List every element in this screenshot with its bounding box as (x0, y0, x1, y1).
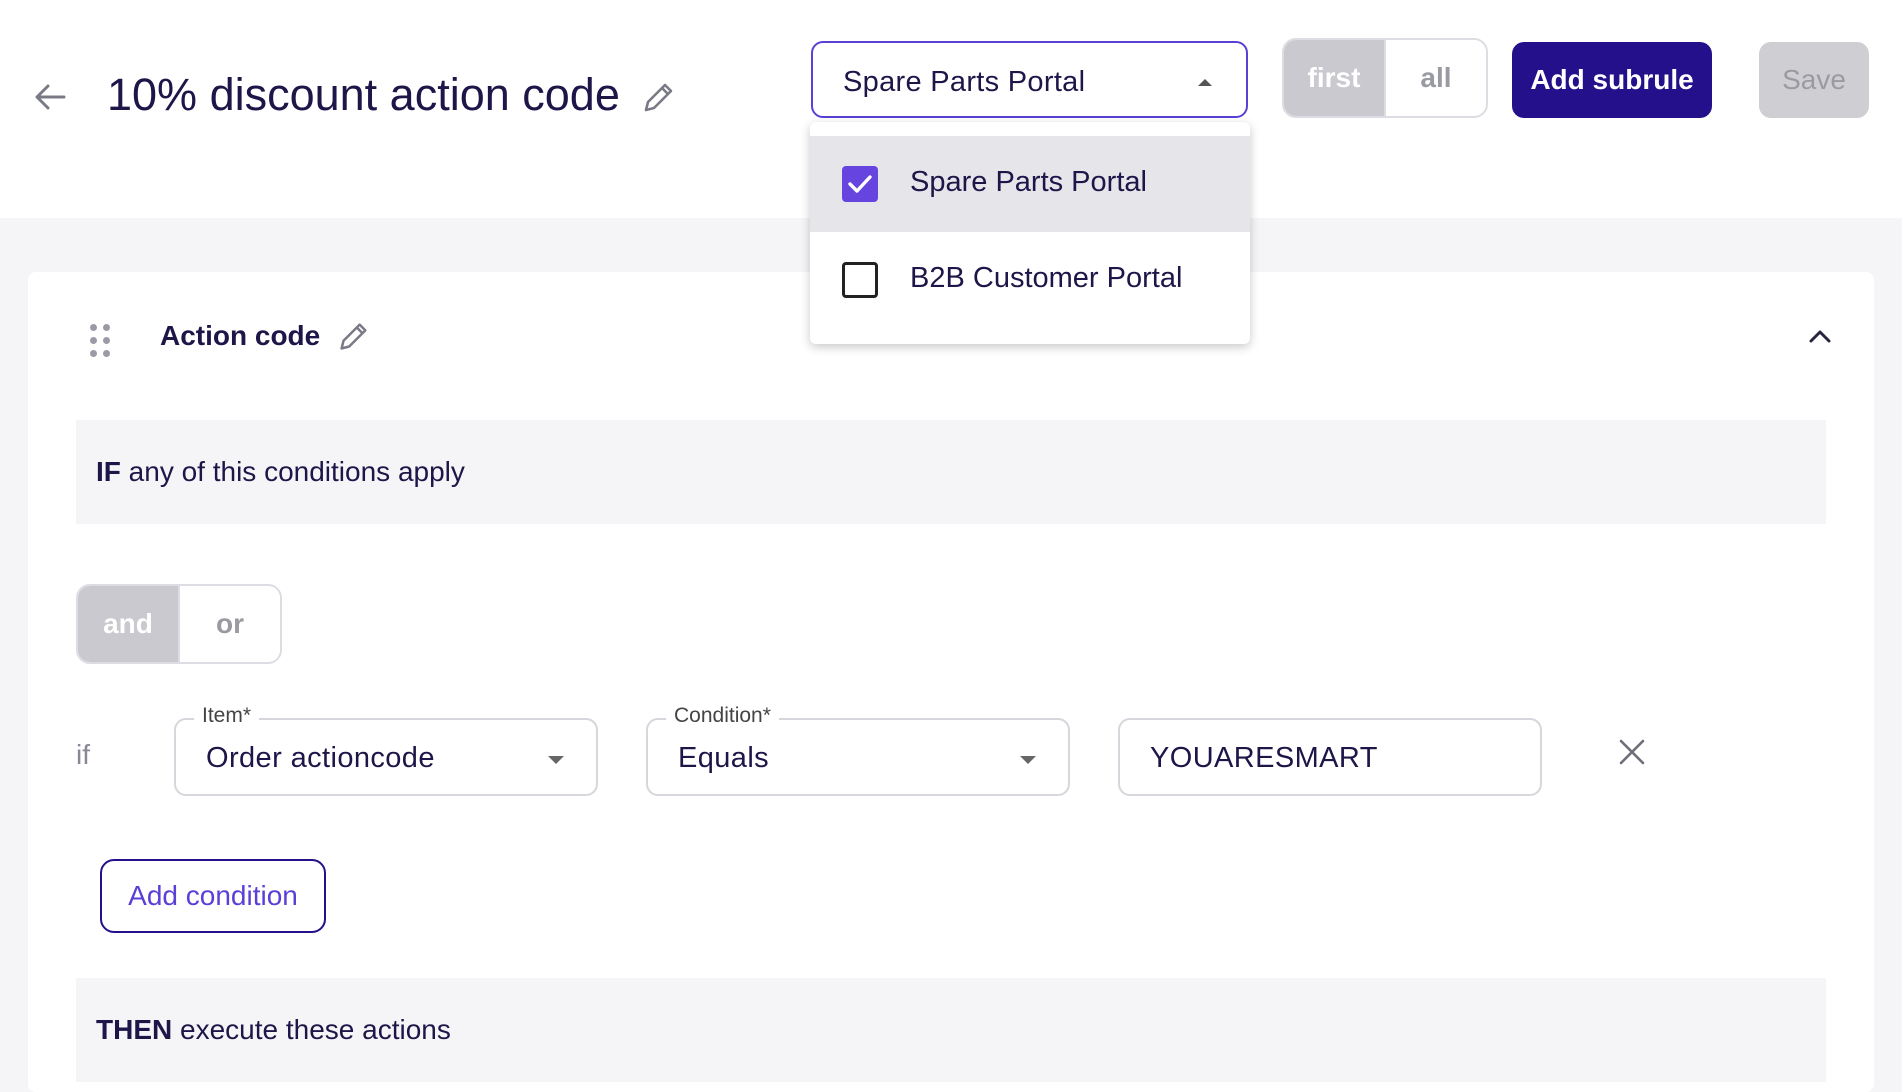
then-banner: THEN execute these actions (76, 978, 1826, 1082)
rule-card: Action code IF any of this conditions ap… (28, 272, 1874, 1092)
check-icon (848, 175, 872, 193)
save-button[interactable]: Save (1759, 42, 1869, 118)
menu-item-label: B2B Customer Portal (910, 262, 1183, 294)
toggle-all[interactable]: all (1384, 40, 1486, 116)
pencil-icon[interactable] (334, 318, 372, 356)
drag-handle-icon[interactable] (88, 322, 112, 358)
toggle-and[interactable]: and (78, 586, 178, 662)
if-label: if (76, 739, 90, 770)
toggle-or[interactable]: or (178, 586, 280, 662)
toggle-first[interactable]: first (1284, 40, 1384, 116)
caret-down-icon (548, 756, 564, 764)
portal-select[interactable]: Spare Parts Portal (811, 41, 1248, 118)
first-all-toggle: first all (1282, 38, 1488, 118)
item-legend: Item* (194, 704, 260, 728)
menu-item-b2b-customer-portal[interactable]: B2B Customer Portal (810, 232, 1250, 328)
menu-item-label: Spare Parts Portal (910, 166, 1147, 198)
condition-select[interactable]: Condition* Equals (646, 704, 1070, 796)
then-keyword: THEN (96, 1014, 173, 1045)
item-value: Order actioncode (206, 742, 435, 774)
item-select[interactable]: Item* Order actioncode (174, 704, 598, 796)
checkbox-unchecked[interactable] (842, 262, 878, 298)
if-keyword: IF (96, 456, 121, 487)
pencil-icon[interactable] (638, 78, 678, 118)
then-banner-text: execute these actions (172, 1014, 451, 1045)
value-input-text: YOUARESMART (1150, 742, 1378, 774)
checkbox-checked[interactable] (842, 166, 878, 202)
if-banner: IF any of this conditions apply (76, 420, 1826, 524)
portal-select-value: Spare Parts Portal (843, 66, 1086, 98)
add-subrule-button[interactable]: Add subrule (1512, 42, 1712, 118)
caret-up-icon (1198, 79, 1212, 86)
menu-item-spare-parts-portal[interactable]: Spare Parts Portal (810, 136, 1250, 232)
close-icon[interactable] (1612, 732, 1652, 772)
caret-down-icon (1020, 756, 1036, 764)
add-condition-button[interactable]: Add condition (100, 859, 326, 933)
page-title: 10% discount action code (107, 69, 620, 120)
condition-legend: Condition* (666, 704, 779, 728)
and-or-toggle: and or (76, 584, 282, 664)
portal-dropdown-menu: Spare Parts Portal B2B Customer Portal (810, 122, 1250, 344)
arrow-left-icon[interactable] (30, 77, 70, 117)
rule-title: Action code (160, 320, 321, 351)
condition-value: Equals (678, 742, 770, 774)
if-banner-text: any of this conditions apply (120, 456, 465, 487)
chevron-up-icon[interactable] (1804, 320, 1836, 352)
value-input[interactable]: YOUARESMART (1118, 718, 1542, 796)
